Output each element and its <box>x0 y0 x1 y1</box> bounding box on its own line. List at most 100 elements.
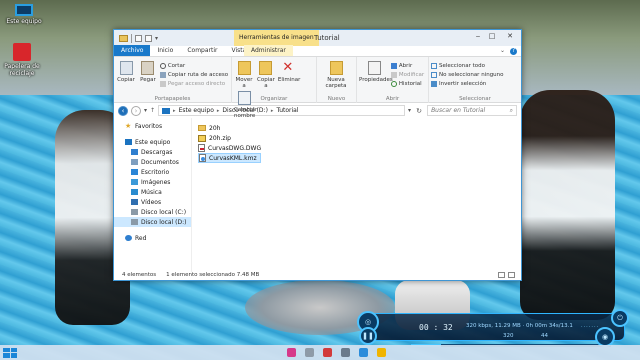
nav-item-favoritos[interactable]: ★ Favoritos <box>114 121 191 131</box>
file-name: CurvasKML.kmz <box>209 154 257 162</box>
ribbon-group-seleccionar: Seleccionar todo No seleccionar ninguno … <box>429 57 521 103</box>
media-player-widget: 00 : 32 320 kbps, 11.29 MB · 0h 00m 34s/… <box>355 307 637 350</box>
paste-shortcut-icon <box>159 80 166 87</box>
copy-path-button[interactable]: Copiar ruta de acceso <box>159 70 228 79</box>
invert-selection-icon <box>431 80 437 87</box>
nav-item-documentos[interactable]: Documentos <box>114 157 191 167</box>
forward-button[interactable]: › <box>131 105 141 116</box>
title-bar: ▾ Herramientas de imagen Tutorial ‒ □ ✕ <box>114 30 521 46</box>
app-icon[interactable] <box>377 348 386 357</box>
new-folder-icon <box>329 61 343 75</box>
new-folder-button[interactable]: Nueva carpeta <box>319 59 353 89</box>
paste-shortcut-button[interactable]: Pegar acceso directo <box>159 79 228 88</box>
list-item[interactable]: 20h.zip <box>198 133 234 143</box>
rename-button[interactable]: Cambiar nombre <box>234 89 257 119</box>
start-button[interactable] <box>3 347 17 358</box>
list-item[interactable]: CurvasKML.kmz <box>198 153 261 163</box>
tab-compartir[interactable]: Compartir <box>180 45 224 56</box>
breadcrumb-item[interactable]: Este equipo <box>179 107 214 114</box>
copy-to-button[interactable]: Copiar a <box>256 59 276 89</box>
help-icon[interactable]: ? <box>510 48 517 55</box>
app-icon[interactable] <box>305 348 314 357</box>
up-button[interactable]: ↑ <box>150 107 155 114</box>
edit-button[interactable]: Modificar <box>390 70 424 79</box>
breadcrumb[interactable]: ▸ Este equipo ▸ Disco local (D:) ▸ Tutor… <box>158 105 406 116</box>
select-all-button[interactable]: Seleccionar todo <box>431 61 504 70</box>
track-info: 320 kbps, 11.29 MB · 0h 00m 34s/13.1 <box>466 323 573 329</box>
properties-icon[interactable] <box>135 34 142 42</box>
search-input[interactable]: Buscar en Tutorial ⌕ <box>427 105 517 116</box>
details-view-icon[interactable] <box>498 271 505 278</box>
open-icon <box>390 62 397 69</box>
close-button[interactable]: ✕ <box>499 30 521 44</box>
playback-time: 00 : 32 <box>419 323 453 332</box>
music-icon <box>131 189 138 195</box>
desktop-icon-este-equipo[interactable]: Este equipo <box>2 4 46 25</box>
minimize-button[interactable]: ‒ <box>471 30 485 44</box>
quick-access-toolbar: ▾ <box>114 33 158 43</box>
open-button[interactable]: Abrir <box>390 61 424 70</box>
nav-item-este-equipo[interactable]: Este equipo <box>114 137 191 147</box>
nav-item-videos[interactable]: Vídeos <box>114 197 191 207</box>
invert-selection-button[interactable]: Invertir selección <box>431 79 504 88</box>
move-to-button[interactable]: Mover a <box>234 59 254 89</box>
nav-item-disco-d[interactable]: Disco local (D:) <box>114 217 191 227</box>
large-icons-view-icon[interactable] <box>508 271 515 278</box>
nav-item-disco-c[interactable]: Disco local (C:) <box>114 207 191 217</box>
app-icon[interactable] <box>359 348 368 357</box>
delete-button[interactable]: ✕ Eliminar <box>278 59 301 83</box>
refresh-icon[interactable]: ↻ <box>414 107 424 115</box>
copy-button[interactable]: Copiar <box>116 59 136 83</box>
app-icon[interactable] <box>323 348 332 357</box>
properties-button[interactable]: Propiedades <box>359 59 393 83</box>
tab-inicio[interactable]: Inicio <box>150 45 180 56</box>
pause-icon[interactable]: ❚❚ <box>359 327 377 345</box>
group-label: Organizar <box>260 96 288 102</box>
delete-icon: ✕ <box>282 60 294 75</box>
list-item[interactable]: 20h <box>198 123 223 133</box>
chevron-down-icon[interactable]: ⌄ <box>500 48 506 54</box>
history-button[interactable]: Historial <box>390 79 424 88</box>
nav-item-imagenes[interactable]: Imágenes <box>114 177 191 187</box>
ribbon-tabs: Archivo Inicio Compartir Vista Administr… <box>114 45 521 57</box>
wallpaper-figure-right <box>520 90 615 320</box>
power-icon[interactable]: ⏻ <box>611 309 629 327</box>
chevron-down-icon[interactable]: ▾ <box>155 35 158 42</box>
chevron-right-icon: ▸ <box>173 107 176 114</box>
tab-archivo[interactable]: Archivo <box>114 45 151 56</box>
nav-label: Escritorio <box>141 168 170 176</box>
copy-label: Copiar <box>117 77 135 83</box>
nav-item-red[interactable]: Red <box>114 233 191 243</box>
recent-locations-icon[interactable]: ▾ <box>144 107 147 114</box>
nav-label: Disco local (C:) <box>141 208 187 216</box>
nav-item-musica[interactable]: Música <box>114 187 191 197</box>
app-icon[interactable] <box>341 348 350 357</box>
sample-rate-readout: 44 <box>541 333 548 339</box>
nav-label: Disco local (D:) <box>141 218 187 226</box>
maximize-button[interactable]: □ <box>485 30 499 44</box>
window-controls: ‒ □ ✕ <box>471 30 521 44</box>
list-item[interactable]: CurvasDWG.DWG <box>198 143 264 153</box>
desktop-icon <box>131 169 138 175</box>
nav-item-escritorio[interactable]: Escritorio <box>114 167 191 177</box>
back-button[interactable]: ‹ <box>118 105 128 116</box>
nav-item-descargas[interactable]: Descargas <box>114 147 191 157</box>
select-none-button[interactable]: No seleccionar ninguno <box>431 70 504 79</box>
breadcrumb-item[interactable]: Tutorial <box>276 107 298 114</box>
select-all-label: Seleccionar todo <box>439 62 485 69</box>
paste-button[interactable]: Pegar <box>138 59 158 83</box>
tab-administrar[interactable]: Administrar <box>244 45 293 56</box>
cut-button[interactable]: Cortar <box>159 61 228 70</box>
address-dropdown-icon[interactable]: ▾ <box>408 107 411 114</box>
folder-icon <box>198 125 206 131</box>
drive-icon <box>131 209 138 215</box>
volume-icon[interactable]: ◉ <box>595 327 615 347</box>
scissors-icon <box>159 62 166 69</box>
app-icon[interactable] <box>287 348 296 357</box>
file-name: 20h.zip <box>209 134 231 142</box>
new-folder-icon[interactable] <box>145 34 152 42</box>
copy-icon <box>119 61 133 75</box>
desktop-icon-label: Papelera de reciclaje <box>4 63 40 77</box>
open-label: Abrir <box>398 62 413 69</box>
desktop-icon-papelera[interactable]: Papelera de reciclaje <box>0 43 44 77</box>
